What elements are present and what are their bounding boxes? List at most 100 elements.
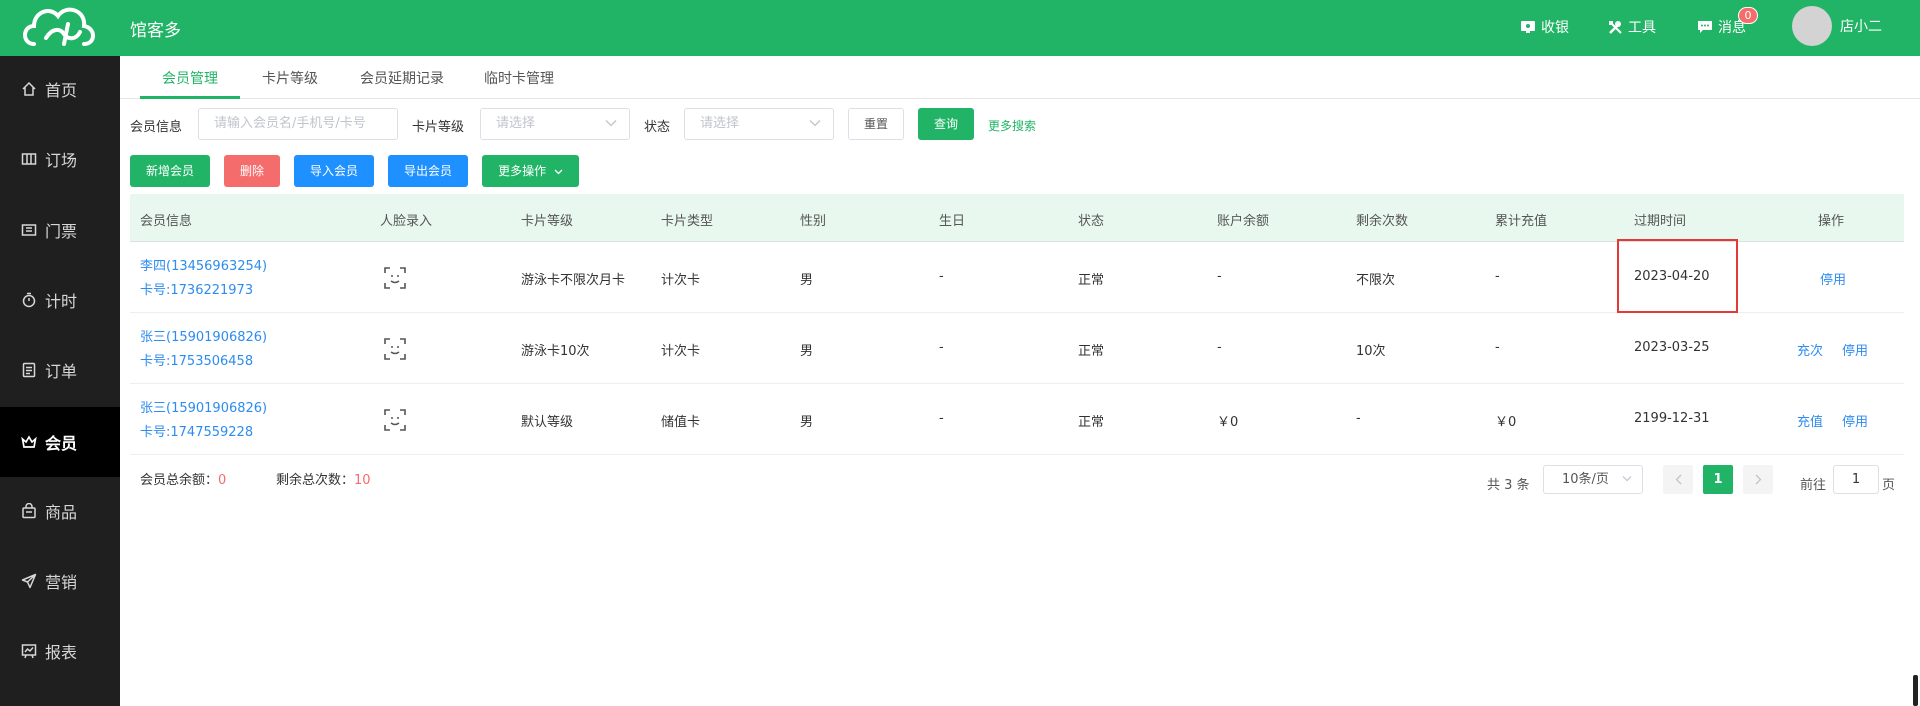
total-balance-value: 0 <box>218 473 227 488</box>
sidebar-item-report[interactable]: 报表 <box>0 623 120 679</box>
chevron-right-icon <box>1755 474 1761 485</box>
message-count-badge: 0 <box>1738 7 1758 24</box>
member-info-label: 会员信息 <box>130 120 183 135</box>
table-row: 张三(15901906826) 卡号:1753506458 游泳卡10次 计次卡… <box>130 313 1904 384</box>
order-icon <box>22 362 36 378</box>
next-page-button[interactable] <box>1743 465 1773 494</box>
chevron-down-icon <box>809 120 821 127</box>
scrollbar-thumb[interactable] <box>1913 675 1918 706</box>
reset-button[interactable]: 重置 <box>848 108 904 140</box>
disable-link[interactable]: 停用 <box>1820 269 1846 288</box>
sidebar-item-label: 计时 <box>45 292 78 311</box>
avatar[interactable] <box>1792 6 1832 46</box>
import-members-button[interactable]: 导入会员 <box>294 155 374 187</box>
card-level-label: 卡片等级 <box>412 120 465 135</box>
delete-button[interactable]: 删除 <box>224 155 280 187</box>
tab-bar: 会员管理 卡片等级 会员延期记录 临时卡管理 <box>120 56 1920 99</box>
total-balance-label: 会员总余额： <box>140 473 219 488</box>
main-content: 会员管理 卡片等级 会员延期记录 临时卡管理 会员信息 请输入会员名/手机号/卡… <box>120 56 1920 706</box>
username[interactable]: 店小二 <box>1840 16 1882 36</box>
sidebar-item-marketing[interactable]: 营销 <box>0 553 120 609</box>
cashier-label: 收银 <box>1541 20 1569 36</box>
more-search-link[interactable]: 更多搜索 <box>988 117 1036 134</box>
recharged-cell: ￥0 <box>1495 415 1517 430</box>
page-size-select[interactable]: 10条/页 <box>1543 465 1643 494</box>
member-name-link[interactable]: 李四(13456963254) <box>140 255 267 274</box>
tab-member-extension-records[interactable]: 会员延期记录 <box>360 68 444 88</box>
marketing-icon <box>21 573 37 589</box>
chevron-left-icon <box>1675 474 1681 485</box>
recharge-link[interactable]: 充值 <box>1797 411 1823 430</box>
card-type-cell: 计次卡 <box>661 273 701 288</box>
gender-cell: 男 <box>800 273 814 288</box>
card-level-select[interactable]: 请选择 <box>480 108 630 140</box>
member-search-input[interactable]: 请输入会员名/手机号/卡号 <box>198 108 398 140</box>
column-header: 操作 <box>1818 214 1845 229</box>
total-count-value: 10 <box>354 473 371 488</box>
member-name-link[interactable]: 张三(15901906826) <box>140 326 267 345</box>
card-number-link[interactable]: 卡号:1753506458 <box>140 350 253 369</box>
page-number-button[interactable]: 1 <box>1703 465 1733 494</box>
recharged-cell: - <box>1495 269 1500 284</box>
sidebar-item-timer[interactable]: 计时 <box>0 272 120 328</box>
sidebar: 首页 订场 门票 计时 订单 会员 商品 营销 报表 <box>0 56 120 706</box>
query-button[interactable]: 查询 <box>918 108 974 140</box>
card-level-placeholder: 请选择 <box>496 116 536 131</box>
column-header: 卡片等级 <box>521 214 574 229</box>
tools-label: 工具 <box>1628 20 1656 36</box>
column-header: 过期时间 <box>1634 214 1687 229</box>
face-scan-icon[interactable] <box>384 338 406 360</box>
sidebar-item-label: 订单 <box>45 362 78 381</box>
chevron-down-icon <box>554 169 563 175</box>
card-level-cell: 游泳卡不限次月卡 <box>521 273 626 288</box>
add-member-button[interactable]: 新增会员 <box>130 155 210 187</box>
birthday-cell: - <box>939 340 944 355</box>
expire-cell: 2023-03-25 <box>1634 340 1710 355</box>
sidebar-item-order[interactable]: 订单 <box>0 342 120 398</box>
sidebar-item-home[interactable]: 首页 <box>0 61 120 117</box>
sidebar-item-label: 会员 <box>45 434 78 453</box>
column-header: 剩余次数 <box>1356 214 1409 229</box>
sidebar-item-ticket[interactable]: 门票 <box>0 202 120 258</box>
face-scan-icon[interactable] <box>384 267 406 289</box>
sidebar-item-goods[interactable]: 商品 <box>0 483 120 539</box>
active-tab-indicator <box>140 96 240 99</box>
gender-cell: 男 <box>800 344 814 359</box>
face-scan-icon[interactable] <box>384 409 406 431</box>
status-select[interactable]: 请选择 <box>684 108 834 140</box>
disable-link[interactable]: 停用 <box>1842 340 1868 359</box>
sidebar-item-venue[interactable]: 订场 <box>0 131 120 187</box>
member-icon <box>21 435 37 448</box>
sidebar-item-member[interactable]: 会员 <box>0 407 120 477</box>
column-header: 会员信息 <box>140 214 193 229</box>
birthday-cell: - <box>939 269 944 284</box>
prev-page-button[interactable] <box>1663 465 1693 494</box>
goto-label: 前往 <box>1800 478 1827 493</box>
member-search-placeholder: 请输入会员名/手机号/卡号 <box>214 116 366 131</box>
ticket-icon <box>21 224 37 236</box>
export-members-button[interactable]: 导出会员 <box>388 155 468 187</box>
recharged-cell: - <box>1495 340 1500 355</box>
recharge-times-link[interactable]: 充次 <box>1797 340 1823 359</box>
tools-button[interactable]: 工具 <box>1608 17 1656 37</box>
more-actions-button[interactable]: 更多操作 <box>482 155 579 187</box>
tools-icon <box>1609 20 1622 34</box>
tab-temporary-card[interactable]: 临时卡管理 <box>484 68 554 88</box>
column-header: 累计充值 <box>1495 214 1548 229</box>
card-number-link[interactable]: 卡号:1736221973 <box>140 279 253 298</box>
goto-page-input[interactable]: 1 <box>1833 465 1879 494</box>
status-label: 状态 <box>644 120 671 135</box>
remaining-cell: 不限次 <box>1356 273 1396 288</box>
member-name-link[interactable]: 张三(15901906826) <box>140 397 267 416</box>
tab-member-management[interactable]: 会员管理 <box>162 68 218 88</box>
message-icon <box>1698 21 1712 33</box>
cashier-button[interactable]: 收银 <box>1520 17 1569 37</box>
card-number-link[interactable]: 卡号:1747559228 <box>140 421 253 440</box>
balance-cell: ￥0 <box>1217 415 1239 430</box>
disable-link[interactable]: 停用 <box>1842 411 1868 430</box>
remaining-cell: - <box>1356 411 1361 426</box>
app-logo-icon[interactable] <box>20 2 100 54</box>
tab-card-level[interactable]: 卡片等级 <box>262 68 318 88</box>
card-level-cell: 默认等级 <box>521 415 574 430</box>
column-header: 状态 <box>1078 214 1105 229</box>
